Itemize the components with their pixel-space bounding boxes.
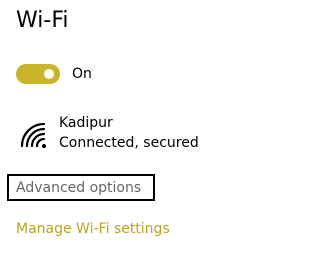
network-name: Kadipur: [59, 115, 113, 131]
page-title: Wi-Fi: [16, 8, 69, 33]
network-status: Connected, secured: [59, 135, 199, 151]
wifi-toggle-switch[interactable]: [16, 64, 60, 84]
manage-wifi-settings-link[interactable]: Manage Wi-Fi settings: [16, 219, 170, 239]
toggle-knob: [44, 69, 54, 79]
advanced-options-label: Advanced options: [16, 180, 142, 196]
wifi-signal-icon: [20, 122, 46, 148]
wifi-toggle-label: On: [72, 66, 92, 82]
advanced-options-link[interactable]: Advanced options: [7, 174, 155, 201]
network-item-kadipur[interactable]: Kadipur Connected, secured: [16, 114, 276, 154]
wifi-toggle-row: On: [16, 64, 92, 84]
